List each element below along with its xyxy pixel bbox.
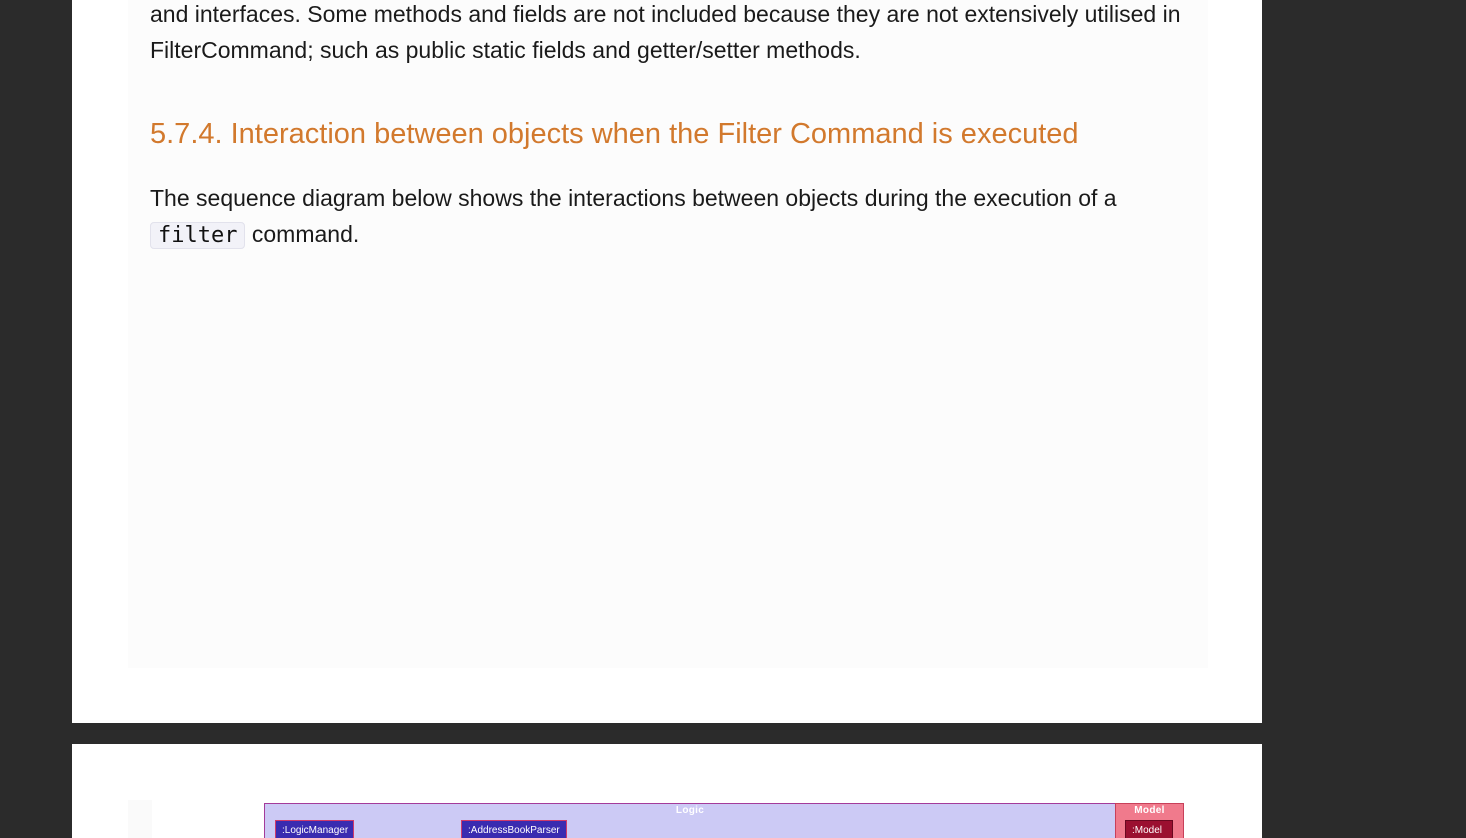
diagram-margin [128,800,152,838]
participant-model: :Model [1125,820,1173,838]
sequence-description-paragraph: The sequence diagram below shows the int… [150,180,1200,254]
model-group-box: Model :Model [1115,803,1184,838]
participant-logicmanager: :LogicManager [275,820,354,838]
sequence-text-before: The sequence diagram below shows the int… [150,185,1117,211]
section-heading: 5.7.4. Interaction between objects when … [150,118,1079,150]
logic-group-box: Logic :LogicManager :AddressBookParser [264,803,1116,838]
participant-addressbookparser: :AddressBookParser [461,820,567,838]
content-block: and interfaces. Some methods and fields … [128,0,1208,668]
document-page-1: and interfaces. Some methods and fields … [72,0,1262,723]
inline-code-filter: filter [150,222,246,249]
sequence-text-after: command. [245,221,360,247]
intro-paragraph: and interfaces. Some methods and fields … [150,1,1181,63]
document-page-2: Logic :LogicManager :AddressBookParser M… [72,744,1262,838]
logic-group-label: Logic [675,805,705,816]
model-group-label: Model [1134,805,1165,816]
